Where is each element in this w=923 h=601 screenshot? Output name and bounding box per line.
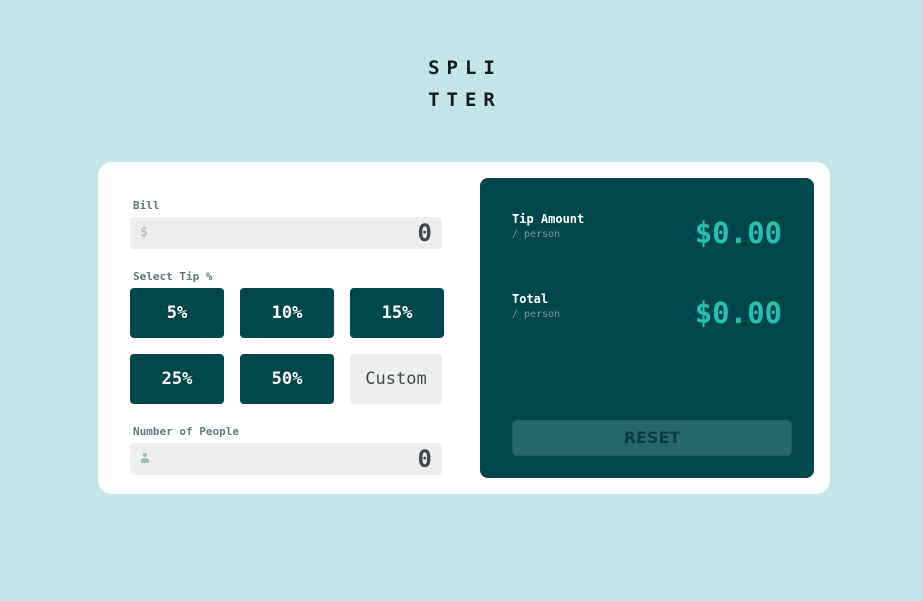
select-tip-label: Select Tip % — [133, 270, 213, 283]
tip-button-50[interactable]: 50% — [240, 354, 334, 404]
total-title: Total — [512, 292, 549, 306]
tip-button-5[interactable]: 5% — [130, 288, 224, 338]
logo-line-2: TTER — [428, 89, 502, 111]
bill-input[interactable]: $ 0 — [130, 217, 442, 249]
custom-tip-input[interactable]: Custom — [350, 354, 442, 404]
tip-amount-sub: / person — [512, 229, 561, 240]
total-value: $0.00 — [694, 296, 782, 330]
results-panel: Tip Amount / person $0.00 Total / person… — [480, 178, 814, 478]
people-value[interactable]: 0 — [418, 443, 432, 475]
logo-line-1: SPLI — [428, 57, 502, 79]
tip-button-25[interactable]: 25% — [130, 354, 224, 404]
app-logo: SPLI TTER — [0, 52, 923, 116]
people-label: Number of People — [133, 425, 239, 438]
dollar-icon: $ — [140, 225, 148, 240]
bill-value[interactable]: 0 — [418, 217, 432, 249]
person-icon — [140, 453, 150, 465]
tip-amount-value: $0.00 — [694, 216, 782, 250]
reset-button[interactable]: RESET — [512, 420, 792, 456]
people-input[interactable]: 0 — [130, 443, 442, 475]
total-sub: / person — [512, 309, 561, 320]
tip-button-10[interactable]: 10% — [240, 288, 334, 338]
tip-button-15[interactable]: 15% — [350, 288, 444, 338]
tip-amount-title: Tip Amount — [512, 212, 585, 226]
bill-label: Bill — [133, 199, 160, 212]
